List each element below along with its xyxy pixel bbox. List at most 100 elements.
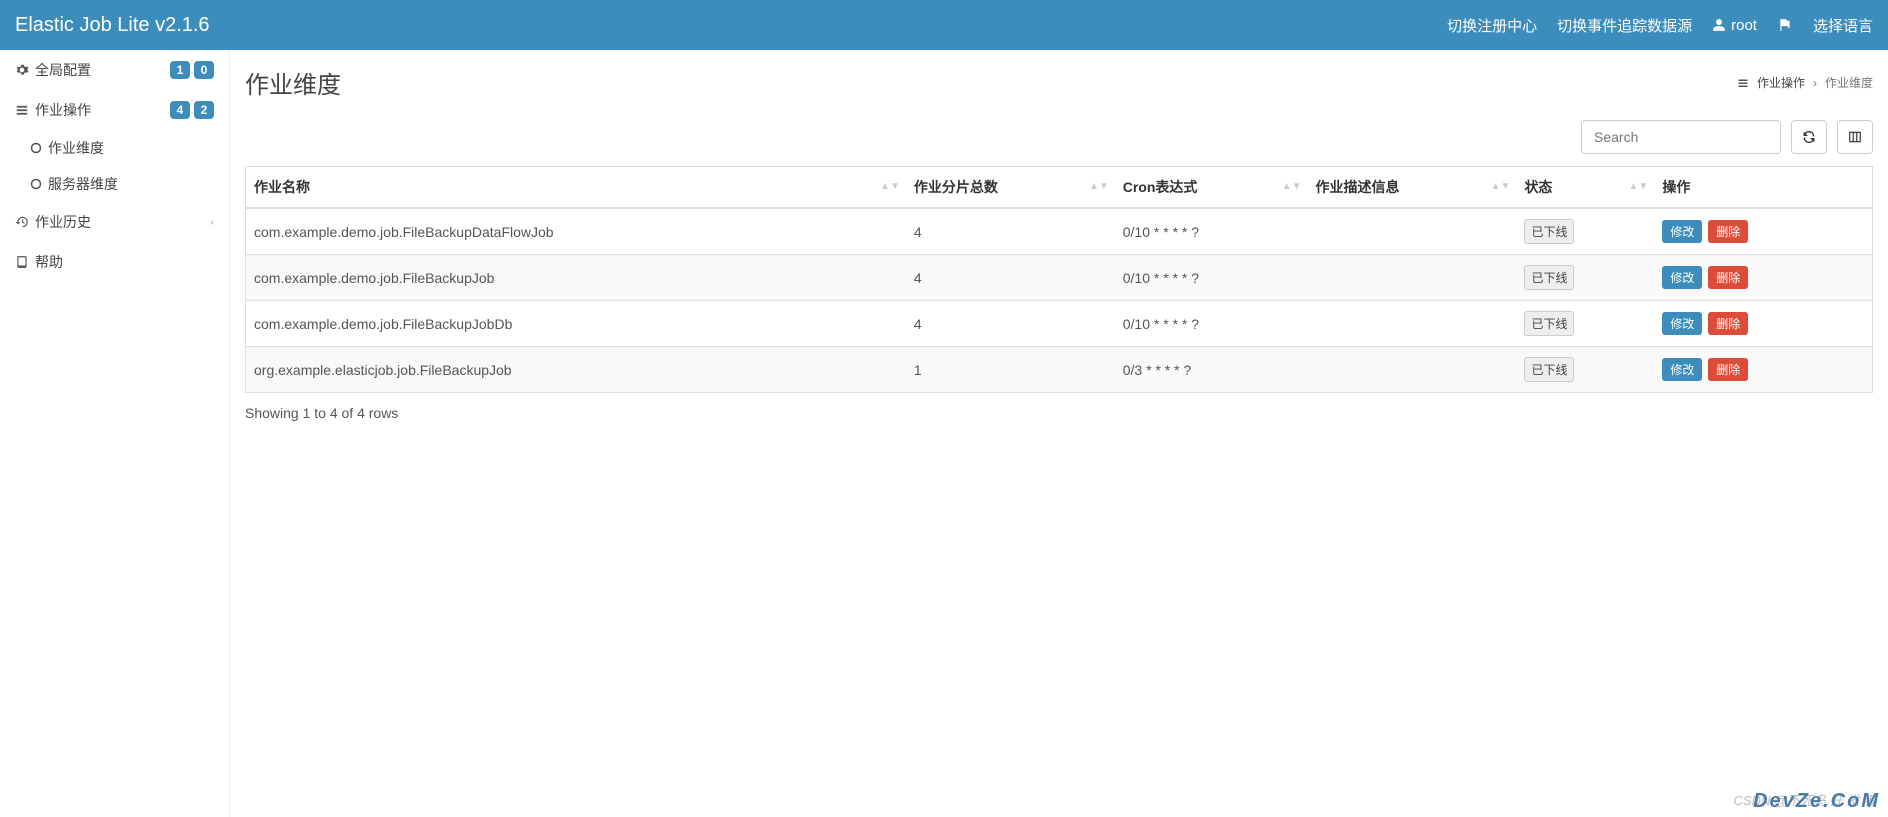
- cell-status: 已下线: [1516, 255, 1654, 301]
- cell-cron: 0/10 * * * * ?: [1115, 208, 1308, 255]
- cell-shard: 4: [906, 255, 1115, 301]
- table-row: com.example.demo.job.FileBackupDataFlowJ…: [246, 208, 1873, 255]
- badge: 1: [170, 61, 190, 79]
- list-icon: [1737, 77, 1749, 89]
- cell-cron: 0/10 * * * * ?: [1115, 301, 1308, 347]
- delete-button[interactable]: 删除: [1708, 312, 1748, 335]
- cell-status: 已下线: [1516, 208, 1654, 255]
- user-icon: [1712, 18, 1726, 32]
- cell-shard: 4: [906, 208, 1115, 255]
- cell-ops: 修改 删除: [1654, 255, 1872, 301]
- sidebar-label: 帮助: [35, 252, 63, 272]
- cell-name: org.example.elasticjob.job.FileBackupJob: [246, 347, 906, 393]
- page-title: 作业维度: [245, 65, 341, 100]
- th-shard[interactable]: 作业分片总数▲▼: [906, 167, 1115, 209]
- cell-cron: 0/3 * * * * ?: [1115, 347, 1308, 393]
- brand: Elastic Job Lite v2.1.6: [15, 14, 210, 37]
- badge: 2: [194, 101, 214, 119]
- cell-shard: 1: [906, 347, 1115, 393]
- table-footer: Showing 1 to 4 of 4 rows: [245, 405, 1873, 421]
- circle-icon: [30, 142, 42, 154]
- cell-desc: [1308, 208, 1517, 255]
- cell-name: com.example.demo.job.FileBackupJobDb: [246, 301, 906, 347]
- badge: 0: [194, 61, 214, 79]
- search-input[interactable]: [1581, 120, 1781, 154]
- flag-icon: [1777, 18, 1793, 32]
- table-row: org.example.elasticjob.job.FileBackupJob…: [246, 347, 1873, 393]
- status-badge: 已下线: [1524, 357, 1574, 382]
- nav-user-label: root: [1731, 17, 1757, 34]
- cell-name: com.example.demo.job.FileBackupJob: [246, 255, 906, 301]
- refresh-icon: [1802, 130, 1816, 144]
- sidebar-item-help[interactable]: 帮助: [0, 242, 229, 282]
- cell-cron: 0/10 * * * * ?: [1115, 255, 1308, 301]
- sidebar-label: 作业操作: [35, 100, 91, 120]
- sidebar-label: 作业历史: [35, 212, 91, 232]
- nav-switch-datasource[interactable]: 切换事件追踪数据源: [1557, 15, 1692, 36]
- jobs-table: 作业名称▲▼ 作业分片总数▲▼ Cron表达式▲▼ 作业描述信息▲▼ 状态▲▼ …: [245, 166, 1873, 393]
- sort-icon: ▲▼: [1491, 184, 1511, 190]
- cell-ops: 修改 删除: [1654, 208, 1872, 255]
- badge: 4: [170, 101, 190, 119]
- cell-status: 已下线: [1516, 301, 1654, 347]
- cell-name: com.example.demo.job.FileBackupDataFlowJ…: [246, 208, 906, 255]
- columns-icon: [1848, 130, 1862, 144]
- cell-status: 已下线: [1516, 347, 1654, 393]
- sidebar-item-job-dimension[interactable]: 作业维度: [15, 130, 229, 166]
- delete-button[interactable]: 删除: [1708, 220, 1748, 243]
- edit-button[interactable]: 修改: [1662, 358, 1702, 381]
- sidebar-label: 服务器维度: [48, 174, 118, 194]
- cell-ops: 修改 删除: [1654, 301, 1872, 347]
- cell-ops: 修改 删除: [1654, 347, 1872, 393]
- breadcrumb-sep: ›: [1813, 76, 1817, 90]
- th-ops: 操作: [1654, 167, 1872, 209]
- sidebar-item-global-config[interactable]: 全局配置 1 0: [0, 50, 229, 90]
- edit-button[interactable]: 修改: [1662, 312, 1702, 335]
- gear-icon: [15, 63, 29, 77]
- sort-icon: ▲▼: [1282, 184, 1302, 190]
- sidebar-label: 作业维度: [48, 138, 104, 158]
- nav-flag[interactable]: [1777, 18, 1793, 32]
- edit-button[interactable]: 修改: [1662, 220, 1702, 243]
- sidebar-item-server-dimension[interactable]: 服务器维度: [15, 166, 229, 202]
- table-row: com.example.demo.job.FileBackupJobDb 4 0…: [246, 301, 1873, 347]
- sidebar-label: 全局配置: [35, 60, 91, 80]
- breadcrumb-current: 作业维度: [1825, 74, 1873, 91]
- refresh-button[interactable]: [1791, 120, 1827, 154]
- navbar: Elastic Job Lite v2.1.6 切换注册中心 切换事件追踪数据源…: [0, 0, 1888, 50]
- edit-button[interactable]: 修改: [1662, 266, 1702, 289]
- chevron-left-icon: ‹: [211, 217, 214, 228]
- nav-user[interactable]: root: [1712, 17, 1757, 34]
- status-badge: 已下线: [1524, 219, 1574, 244]
- watermark: DevZe.CoM: [1753, 790, 1880, 813]
- status-badge: 已下线: [1524, 265, 1574, 290]
- columns-button[interactable]: [1837, 120, 1873, 154]
- th-name[interactable]: 作业名称▲▼: [246, 167, 906, 209]
- navbar-right: 切换注册中心 切换事件追踪数据源 root 选择语言: [1447, 15, 1873, 36]
- sidebar-item-job-history[interactable]: 作业历史 ‹: [0, 202, 229, 242]
- delete-button[interactable]: 删除: [1708, 358, 1748, 381]
- sidebar: 全局配置 1 0 作业操作 4 2: [0, 50, 230, 817]
- breadcrumb: 作业操作 › 作业维度: [1737, 74, 1873, 91]
- delete-button[interactable]: 删除: [1708, 266, 1748, 289]
- nav-language[interactable]: 选择语言: [1813, 15, 1873, 36]
- th-status[interactable]: 状态▲▼: [1516, 167, 1654, 209]
- cell-desc: [1308, 347, 1517, 393]
- cell-desc: [1308, 255, 1517, 301]
- list-icon: [15, 103, 29, 117]
- sort-icon: ▲▼: [1089, 184, 1109, 190]
- th-desc[interactable]: 作业描述信息▲▼: [1308, 167, 1517, 209]
- sidebar-item-job-ops[interactable]: 作业操作 4 2: [0, 90, 229, 130]
- book-icon: [15, 255, 29, 269]
- sort-icon: ▲▼: [880, 184, 900, 190]
- toolbar: [245, 120, 1873, 154]
- nav-switch-registry[interactable]: 切换注册中心: [1447, 15, 1537, 36]
- breadcrumb-parent[interactable]: 作业操作: [1757, 74, 1805, 91]
- circle-icon: [30, 178, 42, 190]
- cell-desc: [1308, 301, 1517, 347]
- th-cron[interactable]: Cron表达式▲▼: [1115, 167, 1308, 209]
- table-row: com.example.demo.job.FileBackupJob 4 0/1…: [246, 255, 1873, 301]
- cell-shard: 4: [906, 301, 1115, 347]
- status-badge: 已下线: [1524, 311, 1574, 336]
- main-content: 作业维度 作业操作 › 作业维度 作业名称▲▼ 作业分片总数▲▼: [230, 50, 1888, 817]
